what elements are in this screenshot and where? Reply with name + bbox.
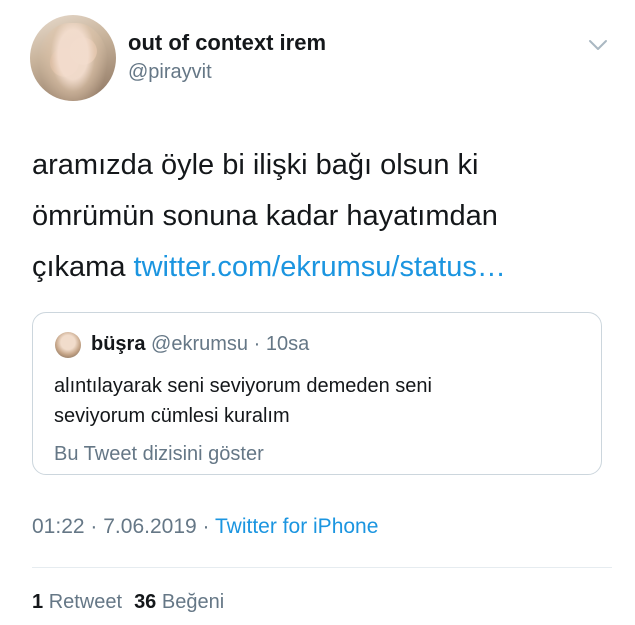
tweet-meta: 01:22 · 7.06.2019 · Twitter for iPhone (32, 515, 378, 539)
quoted-tweet-card[interactable]: büşra @ekrumsu · 10sa alıntılayarak seni… (32, 312, 602, 475)
show-thread-link[interactable]: Bu Tweet dizisini göster (54, 443, 264, 466)
retweet-label: Retweet (48, 591, 123, 613)
quoted-user-handle: @ekrumsu (151, 333, 249, 355)
quoted-text-line: alıntılayarak seni seviyorum demeden sen… (54, 375, 432, 397)
quoted-tweet-time: 10sa (265, 333, 310, 355)
user-avatar[interactable] (30, 15, 116, 101)
like-label: Beğeni (161, 591, 225, 613)
retweet-count: 1 (32, 591, 44, 613)
quoted-text-line: seviyorum cümlesi kuralım (54, 405, 290, 427)
quoted-user-name: büşra (91, 333, 146, 355)
tweet-stats: 1 Retweet 36 Beğeni (32, 591, 224, 614)
divider (32, 567, 612, 568)
tweet-text-line: ömrümün sonuna kadar hayatımdan (32, 200, 498, 232)
quoted-user-avatar (55, 332, 81, 358)
tweet-text-line: çıkama (32, 251, 126, 283)
tweet-text-line: aramızda öyle bi ilişki bağı olsun ki (32, 149, 479, 181)
author-name[interactable]: out of context irem (128, 30, 326, 56)
separator-dot: · (90, 515, 98, 538)
separator-dot: · (202, 515, 210, 538)
like-count: 36 (134, 591, 157, 613)
quoted-tweet-header: büşra @ekrumsu · 10sa (91, 333, 309, 356)
tweet-link[interactable]: twitter.com/ekrumsu/status… (134, 251, 506, 283)
tweet-date: 7.06.2019 (103, 515, 197, 538)
author-handle[interactable]: @pirayvit (128, 61, 212, 84)
tweet-text: aramızda öyle bi ilişki bağı olsun ki öm… (32, 140, 612, 293)
tweet-time: 01:22 (32, 515, 85, 538)
likes-stat[interactable]: 36 Beğeni (134, 591, 224, 613)
retweets-stat[interactable]: 1 Retweet (32, 591, 122, 613)
quoted-tweet-text: alıntılayarak seni seviyorum demeden sen… (54, 371, 574, 431)
separator-dot: · (253, 333, 261, 355)
chevron-down-icon[interactable] (588, 38, 608, 52)
tweet-client-link[interactable]: Twitter for iPhone (215, 515, 378, 538)
